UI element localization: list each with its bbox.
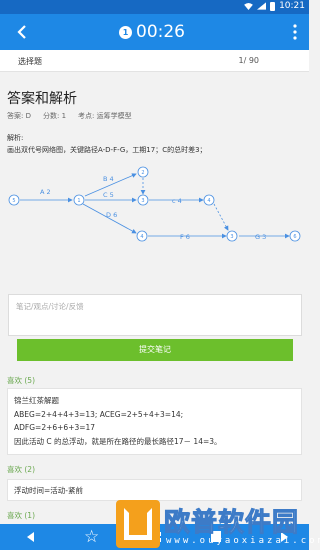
edge-a-label: A 2 <box>40 188 51 196</box>
comment-line: 因此活动 C 的总浮动，就是所在路径的最长路径17－ 14=3。 <box>14 436 222 446</box>
timer-text: 00:26 <box>136 22 185 42</box>
answer-row: 答案: D 分数: 1 考点: 运筹学模型 <box>7 111 144 121</box>
app-bar: 1 00:26 <box>0 14 309 50</box>
network-diagram: 5 1 2 3 4 4 3 6 A 2 B 4 C 5 c 4 D 6 F 6 … <box>8 166 301 242</box>
edge-b-label: B 4 <box>103 175 114 183</box>
comment-card: 浮动时间=活动-紧前 <box>7 479 302 501</box>
edge-d-label: D 6 <box>106 211 117 219</box>
edge-f-label: F 6 <box>180 233 190 241</box>
edge-g-label: G 3 <box>255 233 266 241</box>
question-type: 选择题 <box>18 57 42 66</box>
signal-icon <box>257 2 267 10</box>
back-arrow-icon[interactable] <box>14 24 30 40</box>
analysis-label: 解析: <box>7 134 24 142</box>
analysis-text: 画出双代号网络图，关键路径A-D-F-G，工期17；C的总时差3； <box>7 146 207 154</box>
edge-dummy-2 <box>213 203 229 231</box>
star-icon[interactable]: ☆ <box>84 527 99 547</box>
edge-c4-label: c 4 <box>172 197 182 205</box>
node-3-label: 3 <box>141 198 144 204</box>
node-7-label: 6 <box>293 234 296 240</box>
note-input[interactable]: 笔记/观点/讨论/反馈 <box>8 294 302 336</box>
node-0-label: 5 <box>12 198 15 204</box>
timer: 1 00:26 <box>119 20 185 44</box>
node-1-label: 1 <box>77 198 80 204</box>
comment-card: 锦兰红茶解题 ABEG=2+4+4+3=13; ACEG=2+5+4+3=14;… <box>7 388 302 455</box>
nav-back-icon[interactable] <box>27 532 34 542</box>
comment-line: ADFG=2+6+6+3=17 <box>14 423 96 432</box>
node-5-label: 4 <box>140 234 143 240</box>
score-value: 分数: 1 <box>42 112 67 120</box>
edge-c-label: C 5 <box>103 191 114 199</box>
more-vert-icon[interactable] <box>293 24 297 40</box>
watermark-logo: 欧普软件园 www.ouyaoxiazai.com <box>116 500 320 550</box>
likes-count[interactable]: 喜欢 (1) <box>7 510 35 521</box>
section-title: 答案和解析 <box>7 91 77 107</box>
status-icons: 10:21 <box>244 1 305 11</box>
note-placeholder: 笔记/观点/讨论/反馈 <box>16 302 84 311</box>
watermark-url: www.ouyaoxiazai.com <box>166 536 320 546</box>
answer-value: 答案: D <box>7 112 31 120</box>
node-4-label: 4 <box>207 198 210 204</box>
status-bar: 10:21 <box>0 0 309 14</box>
wifi-icon <box>244 2 253 10</box>
watermark-logo-icon <box>116 500 160 548</box>
node-6-label: 3 <box>230 234 233 240</box>
topic-value: 考点: 运筹学模型 <box>78 112 132 120</box>
watermark-brand: 欧普软件园 <box>163 508 300 539</box>
submit-note-button[interactable]: 提交笔记 <box>17 339 293 361</box>
node-2-label: 2 <box>141 170 144 176</box>
timer-icon: 1 <box>119 25 132 39</box>
likes-count[interactable]: 喜欢 (2) <box>7 464 35 475</box>
likes-count[interactable]: 喜欢 (5) <box>7 375 35 386</box>
comment-line: 浮动时间=活动-紧前 <box>14 486 83 495</box>
comment-line: ABEG=2+4+4+3=13; ACEG=2+5+4+3=14; <box>14 409 184 419</box>
comment-line: 锦兰红茶解题 <box>14 396 59 405</box>
question-header: 选择题 1/ 90 <box>0 50 309 72</box>
battery-icon <box>270 1 276 11</box>
question-progress: 1/ 90 <box>238 56 259 65</box>
status-time: 10:21 <box>279 1 305 11</box>
